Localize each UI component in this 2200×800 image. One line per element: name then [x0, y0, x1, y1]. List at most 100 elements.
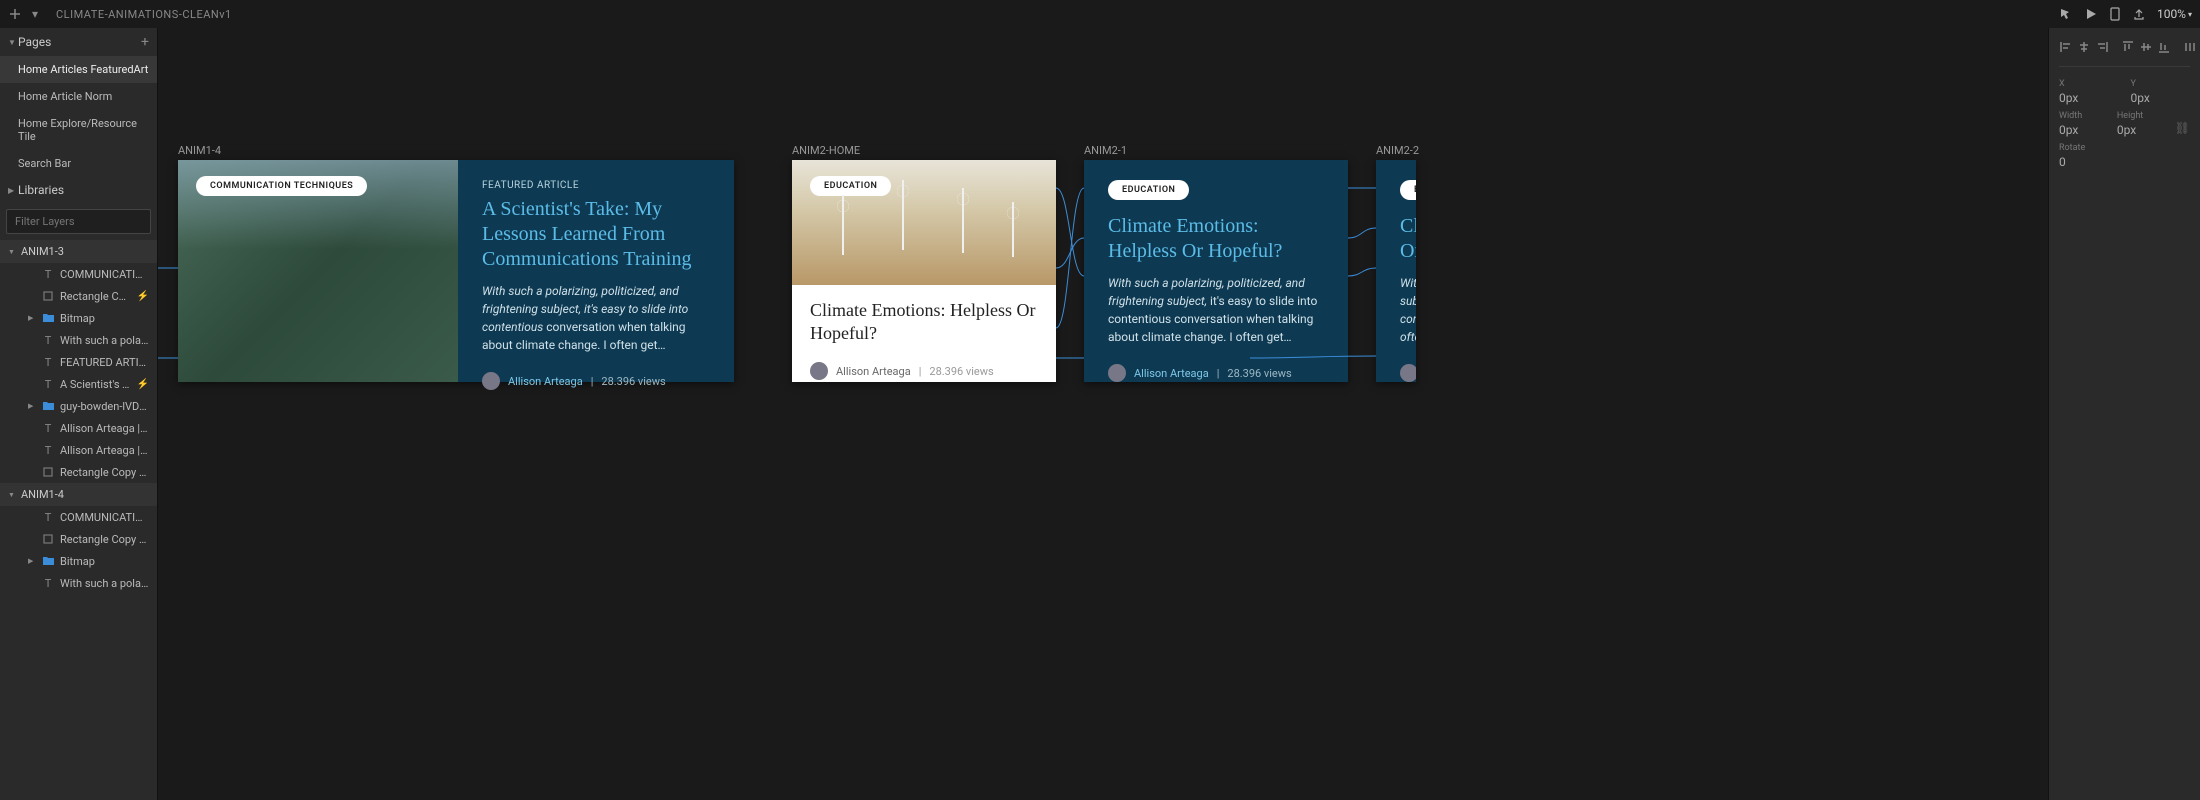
add-dropdown-icon[interactable]: ▾ — [28, 7, 42, 21]
align-right-icon[interactable] — [2095, 38, 2109, 56]
layer-item[interactable]: T With such a polarizi — [0, 329, 157, 351]
page-item-featured-art[interactable]: Home Articles FeaturedArt — [0, 56, 157, 83]
align-top-icon[interactable] — [2121, 38, 2135, 56]
layer-label: guy-bowden-lVDn... — [60, 400, 149, 413]
layer-label: With such a polarizi — [60, 334, 149, 347]
layer-item[interactable]: Rectangle Copy 26 — [0, 528, 157, 550]
text-icon: T — [42, 378, 54, 390]
height-label: Height — [2117, 111, 2163, 121]
pages-section-header[interactable]: ▼ Pages + — [0, 28, 157, 56]
artboard-anim2-1[interactable]: EDUCATION Climate Emotions: Helpless Or … — [1084, 160, 1348, 382]
artboard-label[interactable]: ANIM2-HOME — [792, 144, 860, 157]
layer-item[interactable]: T Allison Arteaga | 2... — [0, 439, 157, 461]
layer-item[interactable]: ▶Bitmap — [0, 307, 157, 329]
layer-item[interactable]: T FEATURED ARTICLE — [0, 351, 157, 373]
tag-pill: EDUCATION — [810, 176, 891, 196]
text-icon: T — [42, 334, 54, 346]
layer-item[interactable]: TWith such a polarizi — [0, 572, 157, 594]
zoom-level[interactable]: 100% ▾ — [2157, 7, 2192, 21]
chevron-right-icon: ▶ — [28, 557, 36, 565]
artboard-anim1-4-header[interactable]: ▼ ANIM1-4 — [0, 483, 157, 506]
artboard-anim2-home[interactable]: EDUCATION Climate Emotions: Helpless Or … — [792, 160, 1056, 382]
align-left-icon[interactable] — [2059, 38, 2073, 56]
card-image: COMMUNICATION TECHNIQUES — [178, 160, 458, 382]
page-item-explore[interactable]: Home Explore/Resource Tile — [0, 110, 157, 150]
view-count: 28.396 views — [929, 365, 993, 378]
tag-pill: E — [1400, 180, 1416, 200]
rotate-value[interactable]: 0 — [2059, 155, 2119, 169]
chevron-down-icon: ▼ — [8, 491, 15, 499]
avatar — [810, 362, 828, 380]
text-icon: T — [42, 444, 54, 456]
avatar — [1400, 364, 1416, 382]
x-value[interactable]: 0px — [2059, 91, 2119, 105]
layer-label: COMMUNICATION ... — [60, 511, 149, 524]
y-value[interactable]: 0px — [2131, 91, 2191, 105]
share-icon[interactable] — [2133, 8, 2145, 20]
layer-item[interactable]: T A Scientist's Ta... ⚡ — [0, 373, 157, 395]
chevron-down-icon: ▼ — [8, 38, 18, 47]
x-label: X — [2059, 79, 2119, 89]
folder-icon — [42, 400, 54, 412]
artboard-label[interactable]: ANIM2-1 — [1084, 144, 1127, 157]
filter-layers-input[interactable] — [6, 209, 151, 234]
page-item-search-bar[interactable]: Search Bar — [0, 150, 157, 177]
add-icon[interactable] — [8, 7, 22, 21]
layer-label: Rectangle Copy 18 — [60, 466, 149, 479]
text-icon: T — [42, 511, 54, 523]
libraries-section-header[interactable]: ▶ Libraries — [0, 177, 157, 203]
layer-label: Rectangle Cop... — [60, 290, 131, 303]
layer-label: FEATURED ARTICLE — [60, 356, 149, 369]
author-name: Allison Arteaga — [836, 365, 911, 378]
text-icon: T — [42, 422, 54, 434]
canvas[interactable]: ANIM1-4 COMMUNICATION TECHNIQUES FEATURE… — [158, 28, 2048, 800]
rect-icon — [42, 533, 54, 545]
width-value[interactable]: 0px — [2059, 123, 2105, 137]
layer-label: Rectangle Copy 26 — [60, 533, 149, 546]
card-body-text: With such a polarizing, politicized, and… — [1108, 274, 1324, 346]
height-value[interactable]: 0px — [2117, 123, 2163, 137]
text-icon: T — [42, 268, 54, 280]
device-icon[interactable] — [2109, 7, 2121, 21]
layer-label: Bitmap — [60, 312, 149, 325]
layer-label: Allison Arteaga | 2... — [60, 444, 149, 457]
layer-item[interactable]: ▶guy-bowden-lVDn... — [0, 395, 157, 417]
y-label: Y — [2131, 79, 2191, 89]
layer-item[interactable]: T COMMUNICATION ... — [0, 506, 157, 528]
artboard-anim2-2[interactable]: E Cl Or Wit sub con ofte — [1376, 160, 1416, 382]
artboard-anim1-3-header[interactable]: ▼ ANIM1-3 — [0, 240, 157, 263]
play-icon[interactable] — [2085, 8, 2097, 20]
text-icon: T — [42, 356, 54, 368]
add-page-icon[interactable]: + — [141, 34, 149, 50]
pointer-icon[interactable] — [2059, 7, 2073, 21]
layer-item[interactable]: Rectangle Cop... ⚡ — [0, 285, 157, 307]
folder-icon — [42, 312, 54, 324]
bolt-icon: ⚡ — [137, 379, 149, 390]
avatar — [482, 372, 500, 390]
layer-item[interactable]: TAllison Arteaga | 2... — [0, 417, 157, 439]
page-item-article-norm[interactable]: Home Article Norm — [0, 83, 157, 110]
tag-pill: COMMUNICATION TECHNIQUES — [196, 176, 367, 196]
artboard-label[interactable]: ANIM1-4 — [178, 144, 221, 157]
layer-label: Bitmap — [60, 555, 149, 568]
artboard-label[interactable]: ANIM2-2 — [1376, 144, 1419, 157]
align-center-h-icon[interactable] — [2077, 38, 2091, 56]
layer-label: A Scientist's Ta... — [60, 378, 131, 391]
align-bottom-icon[interactable] — [2157, 38, 2171, 56]
chevron-right-icon: ▶ — [8, 186, 18, 195]
card-body-text: With such a polarizing, politicized, and… — [482, 282, 710, 354]
distribute-h-icon[interactable] — [2183, 38, 2197, 56]
layer-item[interactable]: TCOMMUNICATION ... — [0, 263, 157, 285]
layer-label: With such a polarizi — [60, 577, 149, 590]
layer-item[interactable]: ▶ Bitmap — [0, 550, 157, 572]
author-name: Allison Arteaga — [508, 375, 583, 388]
width-label: Width — [2059, 111, 2105, 121]
artboard-anim1-4[interactable]: COMMUNICATION TECHNIQUES FEATURED ARTICL… — [178, 160, 734, 382]
author-name: Allison Arteaga — [1134, 367, 1209, 380]
link-dimensions-icon[interactable]: ⛓ — [2175, 121, 2190, 135]
bolt-icon: ⚡ — [137, 291, 149, 302]
align-center-v-icon[interactable] — [2139, 38, 2153, 56]
topbar: ▾ CLIMATE-ANIMATIONS-CLEANv1 100% ▾ — [0, 0, 2200, 28]
layer-item[interactable]: Rectangle Copy 18 — [0, 461, 157, 483]
view-count: 28.396 views — [601, 375, 665, 388]
